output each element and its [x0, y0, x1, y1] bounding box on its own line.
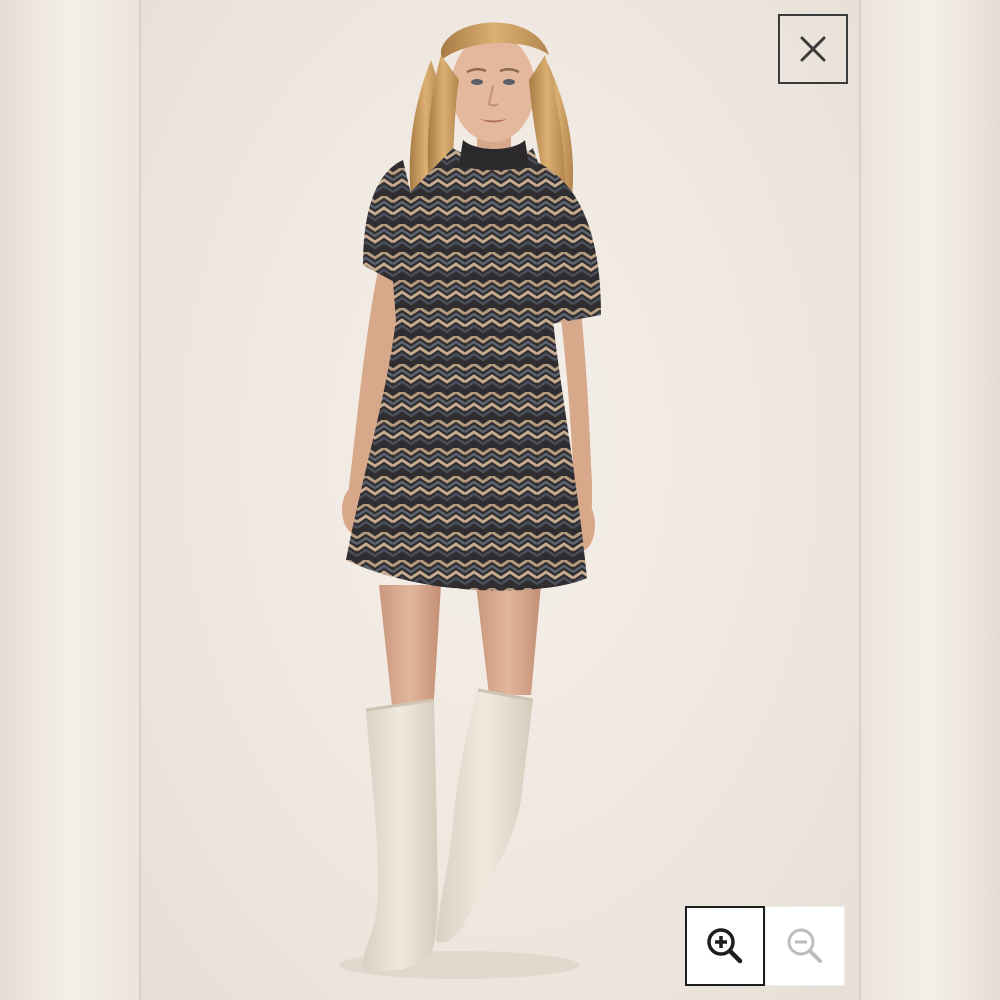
product-photo — [339, 22, 601, 979]
close-icon — [800, 36, 826, 62]
zoom-controls — [685, 906, 845, 986]
close-button[interactable] — [778, 14, 848, 84]
right-margin-panel — [860, 0, 1000, 1000]
zoom-in-icon — [707, 928, 743, 964]
left-margin-panel — [0, 0, 140, 1000]
zoom-out-button[interactable] — [765, 906, 845, 986]
zoom-out-icon — [787, 928, 822, 963]
zoom-in-button[interactable] — [685, 906, 765, 986]
right-divider — [859, 0, 861, 1000]
product-image-viewer[interactable] — [141, 0, 859, 1000]
